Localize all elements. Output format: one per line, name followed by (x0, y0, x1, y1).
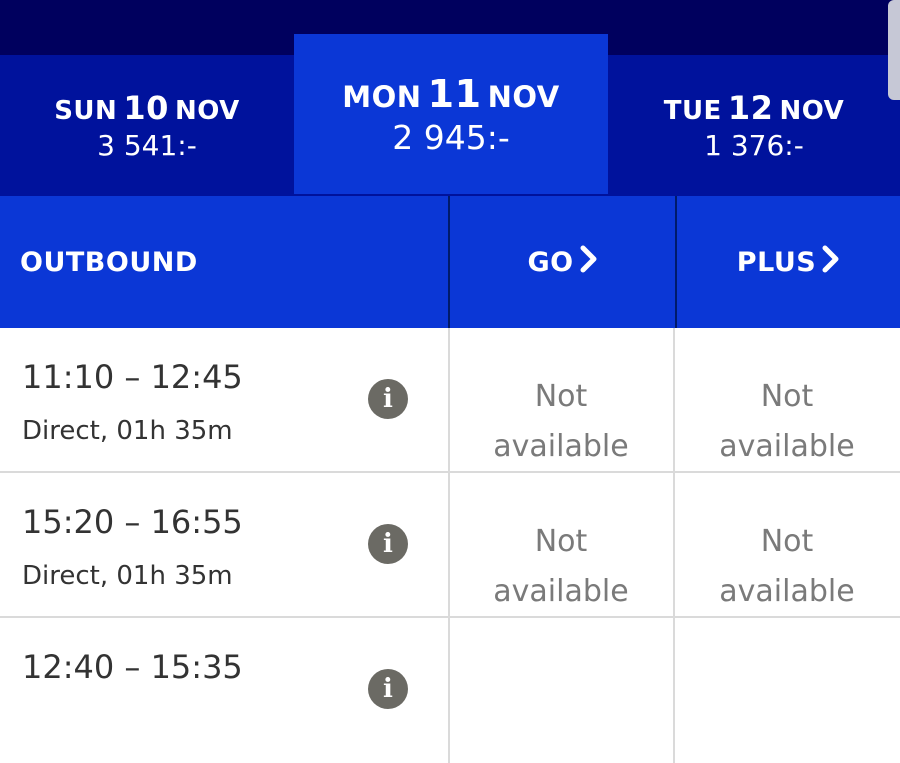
flight-duration: Direct, 01h 35m (22, 561, 233, 591)
fare-plus-label: PLUS (736, 246, 817, 278)
fare-plus-header[interactable]: PLUS (675, 196, 900, 328)
date-label: MON 11 NOV (342, 72, 559, 116)
flight-row[interactable]: 15:20 – 16:55 Direct, 01h 35m i Not avail… (0, 473, 900, 618)
info-icon[interactable]: i (368, 524, 408, 564)
fare-go-cell: Not available (449, 372, 673, 472)
chevron-right-icon (580, 245, 598, 280)
availability-text: available (719, 574, 855, 609)
flight-times: 12:40 – 15:35 (22, 648, 243, 686)
info-icon[interactable]: i (368, 379, 408, 419)
fare-plus-cell: Not available (675, 372, 899, 472)
fare-go-header[interactable]: GO (448, 196, 675, 328)
day-number: 10 (123, 89, 169, 127)
availability-text: Not (760, 524, 814, 559)
day-number: 12 (727, 89, 774, 127)
fare-go-label: GO (527, 246, 574, 278)
day-name: SUN (54, 96, 118, 126)
availability-text: Not (534, 524, 588, 559)
day-name: TUE (663, 96, 722, 126)
month-name: NOV (487, 79, 560, 114)
availability-text: Not (760, 379, 814, 414)
date-label: SUN 10 NOV (54, 89, 240, 127)
fare-plus-cell: Not available (675, 517, 899, 617)
flight-row[interactable]: 11:10 – 12:45 Direct, 01h 35m i Not avail… (0, 328, 900, 473)
scrollbar-thumb[interactable] (888, 0, 900, 100)
flight-times: 15:20 – 16:55 (22, 503, 243, 541)
availability-text: available (493, 574, 629, 609)
month-name: NOV (175, 96, 240, 126)
fare-table-header: OUTBOUND GO PLUS (0, 196, 900, 328)
column-divider (448, 618, 450, 763)
date-price: 3 541:- (97, 129, 197, 162)
flight-row[interactable]: 12:40 – 15:35 i (0, 618, 900, 763)
month-name: NOV (779, 96, 845, 126)
fare-go-cell: Not available (449, 517, 673, 617)
day-number: 11 (427, 71, 482, 116)
flight-duration: Direct, 01h 35m (22, 416, 233, 446)
availability-text: available (719, 429, 855, 464)
date-price: 1 376:- (704, 129, 804, 162)
availability-text: Not (534, 379, 588, 414)
date-price: 2 945:- (392, 117, 510, 157)
date-tab-tue-12-nov[interactable]: TUE 12 NOV 1 376:- (608, 55, 900, 196)
outbound-label: OUTBOUND (20, 246, 198, 278)
day-name: MON (342, 79, 422, 114)
date-tab-sun-10-nov[interactable]: SUN 10 NOV 3 541:- (0, 55, 294, 196)
flight-times: 11:10 – 12:45 (22, 358, 243, 396)
date-label: TUE 12 NOV (664, 89, 845, 127)
info-icon[interactable]: i (368, 669, 408, 709)
chevron-right-icon (822, 245, 840, 280)
date-tab-mon-11-nov-selected[interactable]: MON 11 NOV 2 945:- (294, 34, 608, 194)
availability-text: available (493, 429, 629, 464)
column-divider (673, 618, 675, 763)
